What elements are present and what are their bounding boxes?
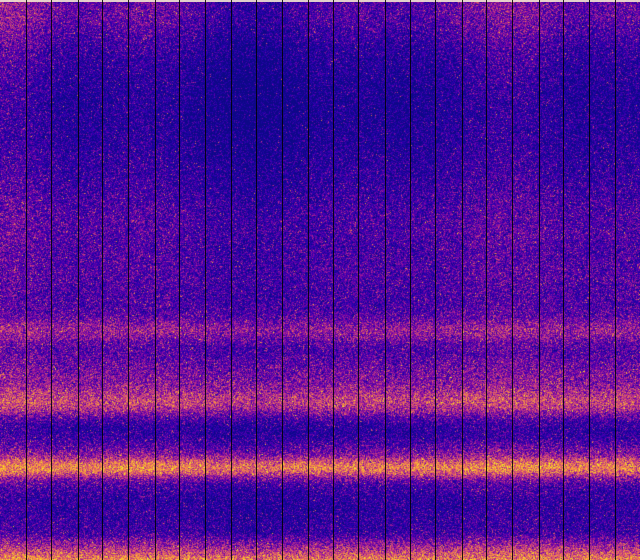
spectrogram-canvas	[0, 0, 640, 560]
top-edge-line	[0, 0, 640, 2]
spectrogram-view	[0, 0, 640, 560]
